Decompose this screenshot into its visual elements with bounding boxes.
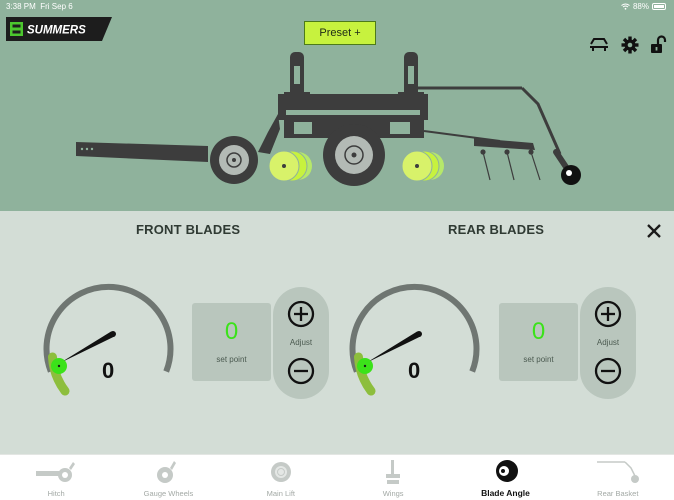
tab-label: Hitch: [47, 489, 65, 498]
front-set-point-box: 0 set point: [192, 303, 271, 381]
front-decrease-minus-icon[interactable]: [286, 356, 316, 386]
tab-label: Blade Angle: [481, 488, 530, 498]
status-bar: 3:38 PM Fri Sep 6 88%: [0, 0, 674, 14]
tab-label: Gauge Wheels: [143, 489, 194, 498]
tab-gauge-wheels[interactable]: Gauge Wheels: [112, 455, 224, 500]
hitch-tab-icon: [36, 462, 76, 482]
front-blades-title: FRONT BLADES: [136, 222, 241, 237]
battery-icon: [652, 3, 666, 10]
rear-set-point-label: set point: [523, 355, 554, 364]
tab-blade-angle[interactable]: Blade Angle: [449, 455, 561, 500]
gauge-wheels-tab-icon: [157, 461, 177, 483]
front-gauge-value: 0: [102, 358, 115, 383]
tab-label: Main Lift: [266, 489, 295, 498]
rear-set-point-box: 0 set point: [499, 303, 578, 381]
rear-blades-title: REAR BLADES: [448, 222, 545, 237]
main-lift-tab-icon: [270, 462, 291, 482]
blade-angle-tab-icon: [496, 460, 519, 482]
machine-illustration-area: SUMMERS Preset +: [0, 14, 674, 211]
wings-tab-icon: [386, 460, 401, 484]
bottom-tab-bar: Hitch Gauge Wheels Main Lift Wings Blade…: [0, 454, 674, 500]
implement-diagram: [76, 52, 581, 186]
tab-hitch[interactable]: Hitch: [0, 455, 112, 500]
front-set-point-label: set point: [216, 355, 247, 364]
rear-adjust-label: Adjust: [596, 338, 620, 347]
front-blade-gauge: [43, 283, 174, 396]
front-adjust-control: Adjust: [273, 287, 329, 399]
rear-adjust-control: Adjust: [580, 287, 636, 399]
tab-label: Rear Basket: [597, 489, 639, 498]
front-increase-plus-icon[interactable]: [286, 299, 316, 329]
rear-gauge-value: 0: [408, 358, 421, 383]
rear-set-point-value: 0: [531, 318, 546, 345]
tab-main-lift[interactable]: Main Lift: [225, 455, 337, 500]
battery-percent: 88%: [632, 2, 649, 11]
front-set-point-value: 0: [224, 318, 239, 345]
rear-decrease-minus-icon[interactable]: [593, 356, 623, 386]
rear-increase-plus-icon[interactable]: [593, 299, 623, 329]
status-indicators: 88%: [621, 2, 666, 11]
status-time: 3:38 PM Fri Sep 6: [6, 2, 73, 11]
blade-angle-panel: FRONT BLADES REAR BLADES 0 0 set point A…: [0, 211, 674, 454]
wifi-icon: [621, 3, 630, 10]
close-icon[interactable]: [641, 218, 667, 244]
front-adjust-label: Adjust: [289, 338, 313, 347]
rear-blade-gauge: [349, 283, 480, 396]
tab-rear-basket[interactable]: Rear Basket: [562, 455, 674, 500]
rear-basket-tab-icon: [596, 461, 639, 483]
tab-label: Wings: [382, 489, 404, 498]
tab-wings[interactable]: Wings: [337, 455, 449, 500]
